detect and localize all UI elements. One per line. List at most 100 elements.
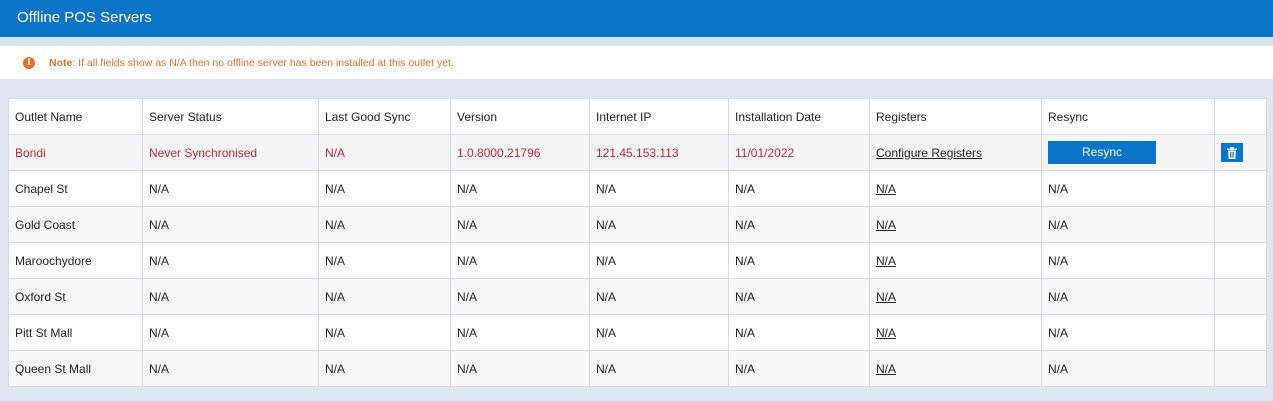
cell-registers: N/A <box>869 242 1042 279</box>
cell-installation-date: N/A <box>728 278 870 315</box>
table-row[interactable]: Chapel St N/A N/A N/A N/A N/A N/A N/A <box>8 170 1267 207</box>
table-row[interactable]: Pitt St Mall N/A N/A N/A N/A N/A N/A N/A <box>8 314 1267 351</box>
cell-server-status: N/A <box>142 206 319 243</box>
cell-version: N/A <box>450 170 590 207</box>
page-title: Offline POS Servers <box>17 9 152 26</box>
col-header-last-good-sync[interactable]: Last Good Sync <box>318 98 451 135</box>
col-header-outlet-name[interactable]: Outlet Name <box>8 98 143 135</box>
info-icon: i <box>23 56 35 69</box>
cell-outlet-name: Pitt St Mall <box>8 314 143 351</box>
cell-internet-ip: N/A <box>589 206 729 243</box>
table-row[interactable]: Bondi Never Synchronised N/A 1.0.8000.21… <box>8 134 1267 171</box>
cell-last-good-sync: N/A <box>318 206 451 243</box>
cell-internet-ip: N/A <box>589 278 729 315</box>
cell-internet-ip: 121.45.153.113 <box>589 134 729 171</box>
col-header-actions <box>1214 98 1267 135</box>
cell-last-good-sync: N/A <box>318 350 451 387</box>
cell-server-status: Never Synchronised <box>142 134 319 171</box>
cell-resync: N/A <box>1041 278 1215 315</box>
cell-version: N/A <box>450 350 590 387</box>
table-row[interactable]: Queen St Mall N/A N/A N/A N/A N/A N/A N/… <box>8 350 1267 387</box>
cell-installation-date: N/A <box>728 206 870 243</box>
delete-button[interactable] <box>1221 143 1243 162</box>
cell-registers: N/A <box>869 170 1042 207</box>
trash-icon <box>1227 146 1237 159</box>
cell-outlet-name: Queen St Mall <box>8 350 143 387</box>
col-header-installation-date[interactable]: Installation Date <box>728 98 870 135</box>
cell-actions <box>1214 206 1267 243</box>
cell-actions <box>1214 170 1267 207</box>
cell-installation-date: N/A <box>728 242 870 279</box>
col-header-server-status[interactable]: Server Status <box>142 98 319 135</box>
cell-server-status: N/A <box>142 170 319 207</box>
table-header-row: Outlet Name Server Status Last Good Sync… <box>8 98 1267 135</box>
registers-link[interactable]: N/A <box>876 290 896 304</box>
cell-outlet-name: Chapel St <box>8 170 143 207</box>
cell-installation-date: N/A <box>728 350 870 387</box>
cell-actions <box>1214 278 1267 315</box>
cell-version: N/A <box>450 206 590 243</box>
cell-last-good-sync: N/A <box>318 242 451 279</box>
cell-installation-date: N/A <box>728 314 870 351</box>
cell-last-good-sync: N/A <box>318 314 451 351</box>
cell-actions <box>1214 242 1267 279</box>
cell-resync: N/A <box>1041 206 1215 243</box>
cell-version: N/A <box>450 278 590 315</box>
cell-outlet-name: Oxford St <box>8 278 143 315</box>
cell-registers: N/A <box>869 314 1042 351</box>
cell-actions <box>1214 134 1267 171</box>
cell-version: N/A <box>450 314 590 351</box>
cell-last-good-sync: N/A <box>318 134 451 171</box>
cell-resync: N/A <box>1041 170 1215 207</box>
cell-outlet-name: Bondi <box>8 134 143 171</box>
cell-internet-ip: N/A <box>589 242 729 279</box>
cell-actions <box>1214 314 1267 351</box>
cell-server-status: N/A <box>142 242 319 279</box>
cell-last-good-sync: N/A <box>318 170 451 207</box>
note-text: : If all fields show as N/A then no offl… <box>72 56 454 69</box>
registers-link[interactable]: N/A <box>876 326 896 340</box>
spacer <box>0 80 1273 98</box>
cell-internet-ip: N/A <box>589 170 729 207</box>
col-header-version[interactable]: Version <box>450 98 590 135</box>
col-header-registers[interactable]: Registers <box>869 98 1042 135</box>
page-footer-space <box>0 392 1273 401</box>
note-label: Note <box>49 56 73 69</box>
table-row[interactable]: Oxford St N/A N/A N/A N/A N/A N/A N/A <box>8 278 1267 315</box>
cell-version: N/A <box>450 242 590 279</box>
cell-server-status: N/A <box>142 350 319 387</box>
registers-link[interactable]: N/A <box>876 362 896 376</box>
col-header-resync[interactable]: Resync <box>1041 98 1215 135</box>
cell-installation-date: 11/01/2022 <box>728 134 870 171</box>
page-title-bar: Offline POS Servers <box>0 0 1273 37</box>
configure-registers-link[interactable]: Configure Registers <box>876 146 982 160</box>
cell-registers: N/A <box>869 206 1042 243</box>
cell-version: 1.0.8000.21796 <box>450 134 590 171</box>
registers-link[interactable]: N/A <box>876 218 896 232</box>
cell-outlet-name: Gold Coast <box>8 206 143 243</box>
cell-registers: Configure Registers <box>869 134 1042 171</box>
table-row[interactable]: Maroochydore N/A N/A N/A N/A N/A N/A N/A <box>8 242 1267 279</box>
cell-internet-ip: N/A <box>589 350 729 387</box>
cell-outlet-name: Maroochydore <box>8 242 143 279</box>
cell-server-status: N/A <box>142 278 319 315</box>
offline-servers-table: Outlet Name Server Status Last Good Sync… <box>8 98 1267 387</box>
cell-internet-ip: N/A <box>589 314 729 351</box>
note-banner: i Note : If all fields show as N/A then … <box>0 45 1273 80</box>
cell-server-status: N/A <box>142 314 319 351</box>
col-header-internet-ip[interactable]: Internet IP <box>589 98 729 135</box>
resync-button[interactable]: Resync <box>1048 141 1156 164</box>
cell-resync: N/A <box>1041 242 1215 279</box>
cell-registers: N/A <box>869 278 1042 315</box>
cell-resync: Resync <box>1041 134 1215 171</box>
table-row[interactable]: Gold Coast N/A N/A N/A N/A N/A N/A N/A <box>8 206 1267 243</box>
registers-link[interactable]: N/A <box>876 254 896 268</box>
cell-registers: N/A <box>869 350 1042 387</box>
cell-resync: N/A <box>1041 350 1215 387</box>
header-divider <box>0 37 1273 45</box>
registers-link[interactable]: N/A <box>876 182 896 196</box>
cell-installation-date: N/A <box>728 170 870 207</box>
cell-resync: N/A <box>1041 314 1215 351</box>
cell-actions <box>1214 350 1267 387</box>
cell-last-good-sync: N/A <box>318 278 451 315</box>
